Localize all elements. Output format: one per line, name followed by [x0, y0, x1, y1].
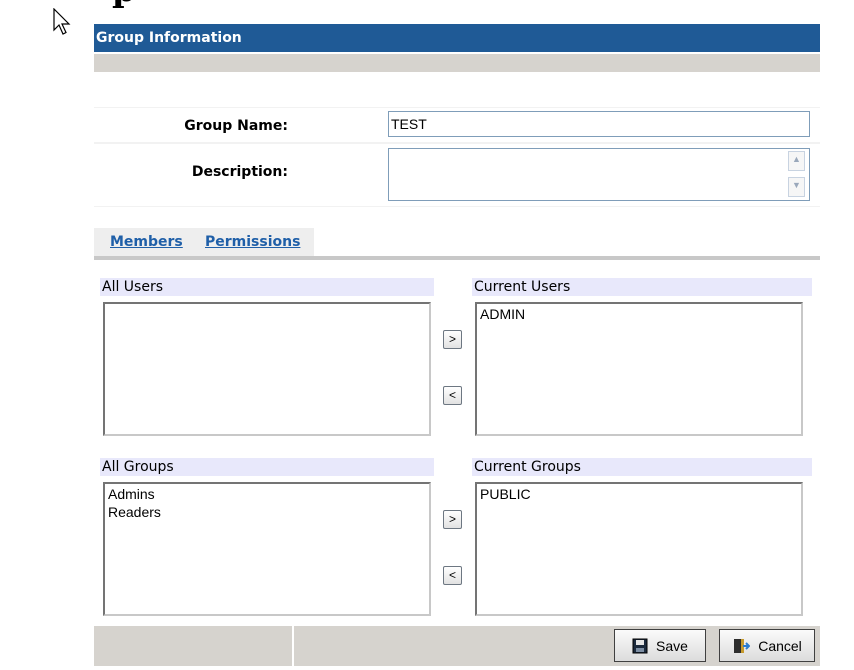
cancel-button[interactable]: Cancel [719, 629, 815, 662]
add-user-button[interactable]: > [443, 330, 462, 349]
group-name-label: Group Name: [184, 118, 288, 134]
page-heading-fragment: p [94, 0, 254, 10]
save-button[interactable]: Save [614, 629, 706, 662]
all-groups-list[interactable]: Admins Readers [103, 482, 431, 616]
tab-members[interactable]: Members [110, 234, 183, 250]
group-name-input[interactable] [388, 111, 810, 137]
exit-door-icon [734, 638, 751, 653]
list-item[interactable]: PUBLIC [480, 485, 798, 503]
current-groups-list[interactable]: PUBLIC [475, 482, 803, 616]
floppy-disk-icon [632, 638, 648, 653]
group-name-row: Group Name: [94, 107, 820, 143]
description-row: Description: ▲ ▼ [94, 143, 820, 207]
section-title: Group Information [94, 24, 820, 52]
tab-divider [94, 256, 820, 260]
footer-bar: Save Cancel [94, 626, 820, 666]
footer-divider [292, 626, 294, 666]
scroll-down-icon[interactable]: ▼ [788, 177, 805, 197]
description-textarea[interactable]: ▲ ▼ [388, 148, 810, 201]
cancel-label: Cancel [758, 637, 802, 654]
tab-bar: Members Permissions [94, 228, 820, 262]
all-users-list[interactable] [103, 302, 431, 436]
current-users-header: Current Users [472, 278, 812, 296]
remove-user-button[interactable]: < [443, 386, 462, 405]
save-label: Save [656, 637, 688, 654]
remove-group-button[interactable]: < [443, 566, 462, 585]
tab-permissions[interactable]: Permissions [205, 234, 300, 250]
all-groups-header: All Groups [100, 458, 434, 476]
section-toolbar-band [94, 54, 820, 72]
list-item[interactable]: ADMIN [480, 305, 798, 323]
current-groups-header: Current Groups [472, 458, 812, 476]
add-group-button[interactable]: > [443, 510, 462, 529]
all-users-header: All Users [100, 278, 434, 296]
current-users-list[interactable]: ADMIN [475, 302, 803, 436]
mouse-pointer-icon [53, 8, 71, 35]
list-item[interactable]: Admins [108, 485, 426, 503]
list-item[interactable]: Readers [108, 503, 426, 521]
scroll-up-icon[interactable]: ▲ [788, 151, 805, 171]
description-label: Description: [191, 164, 288, 180]
